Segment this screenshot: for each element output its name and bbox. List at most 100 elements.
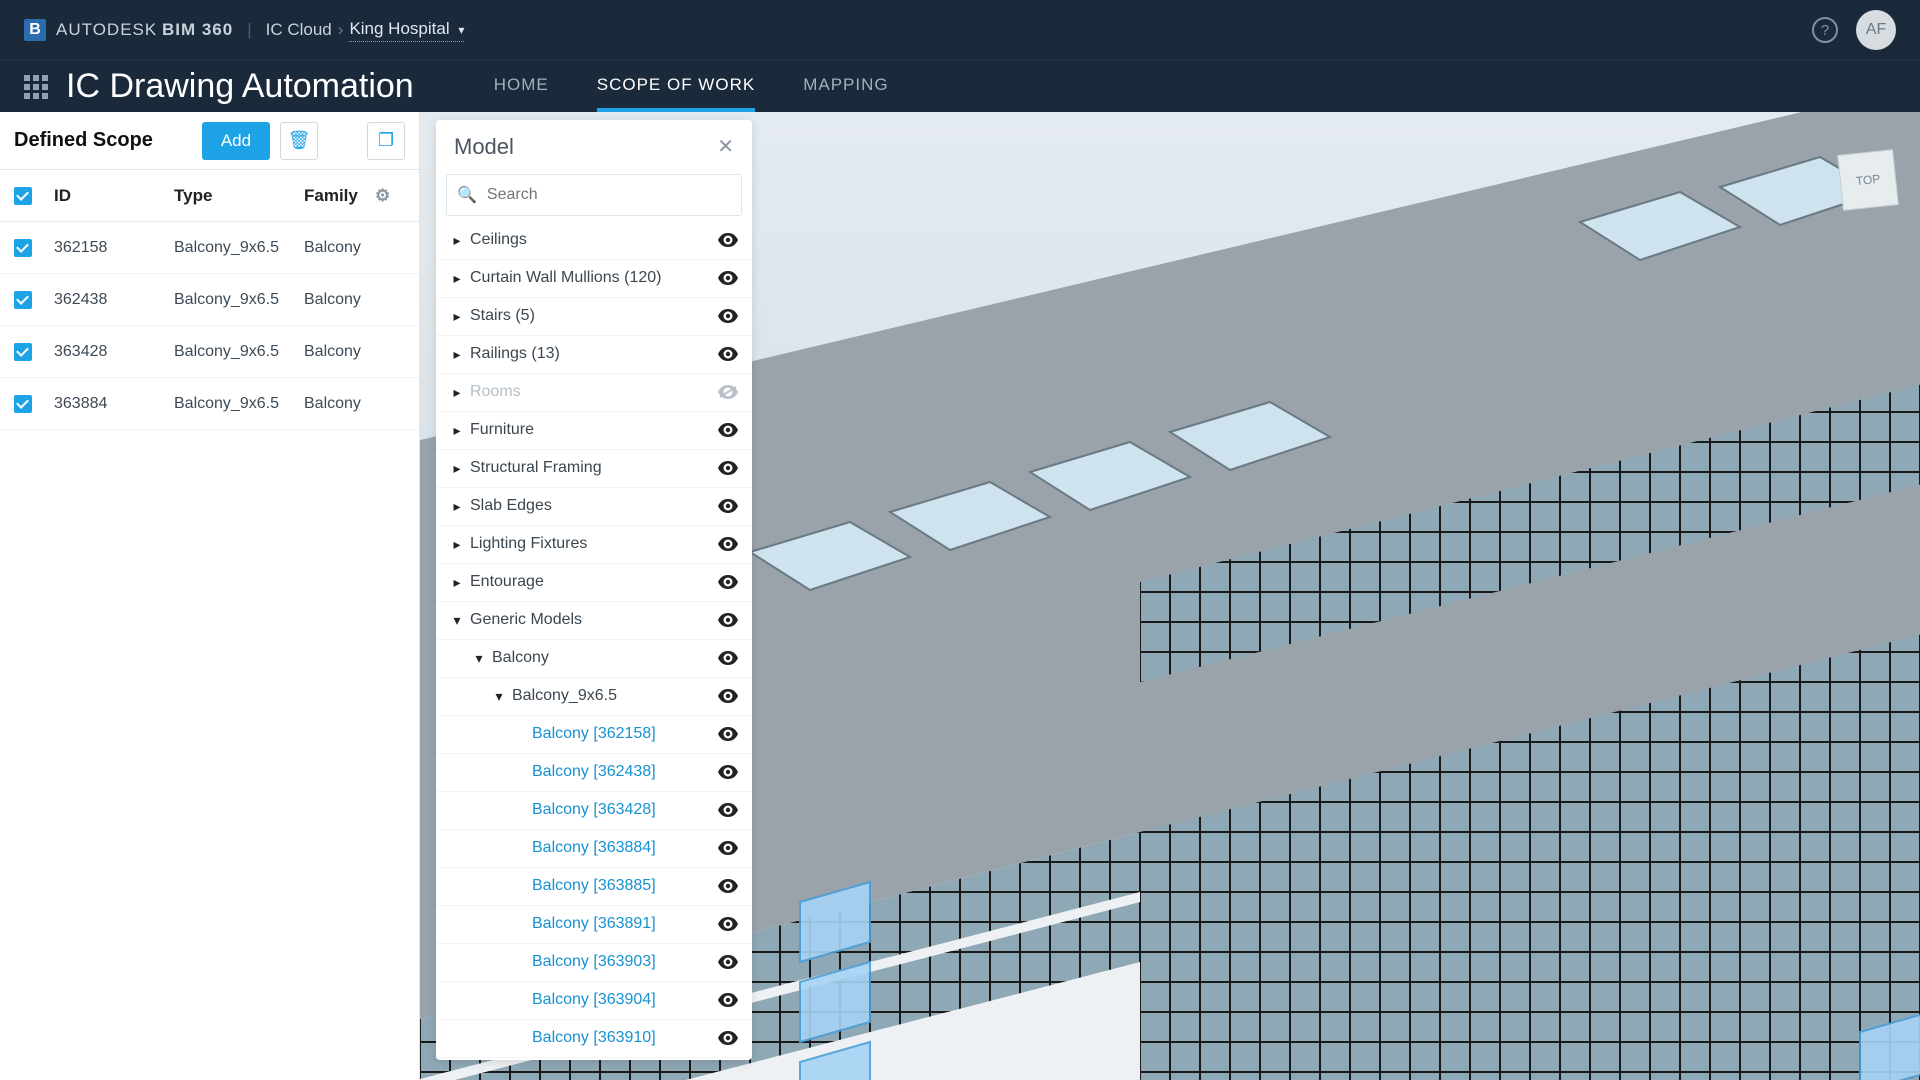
expand-toggle-icon[interactable]: ▸ [450,498,464,515]
visibility-toggle[interactable] [716,307,738,325]
search-input[interactable] [487,186,731,204]
visibility-toggle[interactable] [716,991,738,1009]
tree-label: Balcony [363903] [532,953,716,971]
expand-toggle-icon[interactable]: ▸ [450,346,464,363]
visibility-toggle[interactable] [716,1029,738,1047]
gear-icon[interactable]: ⚙ [375,186,405,206]
tree-label: Balcony [363910] [532,1029,716,1047]
visibility-toggle[interactable] [716,725,738,743]
nav-tab-scope-of-work[interactable]: SCOPE OF WORK [597,61,755,112]
expand-toggle-icon[interactable]: ▾ [492,688,506,705]
tree-label: Balcony [363891] [532,915,716,933]
apps-grid-icon[interactable] [24,75,48,99]
add-button[interactable]: Add [202,122,270,160]
tree-node[interactable]: ▸Curtain Wall Mullions (120) [436,260,752,298]
tree-node[interactable]: Balcony [363428] [436,792,752,830]
tree-node[interactable]: ▸ Lighting Fixtures [436,526,752,564]
tree-label: Entourage [470,573,716,591]
tree-label: Lighting Fixtures [470,535,716,553]
tree-node[interactable]: ▸Furniture [436,412,752,450]
visibility-toggle[interactable] [716,687,738,705]
tree-node[interactable]: ▸Slab Edges [436,488,752,526]
view-cube[interactable]: TOP [1837,149,1899,211]
cell-family: Balcony [304,395,405,413]
row-checkbox[interactable] [14,343,32,361]
help-icon[interactable]: ? [1812,17,1838,43]
user-avatar[interactable]: AF [1856,10,1896,50]
table-row[interactable]: 363884Balcony_9x6.5Balcony [0,378,419,430]
tree-node[interactable]: Balcony [363891] [436,906,752,944]
row-checkbox[interactable] [14,239,32,257]
select-all-checkbox[interactable] [14,187,32,205]
tree-node[interactable]: ▸ Entourage [436,564,752,602]
tree-node[interactable]: Balcony [363884] [436,830,752,868]
tree-node[interactable]: Balcony [363910] [436,1020,752,1058]
expand-toggle-icon[interactable]: ▸ [450,460,464,477]
tree-node[interactable]: ▸Balcony_4x4 [436,1058,752,1060]
expand-toggle-icon[interactable]: ▸ [450,422,464,439]
nav-tab-home[interactable]: HOME [494,61,549,112]
expand-toggle-icon[interactable]: ▸ [450,232,464,249]
tree-node[interactable]: Balcony [362158] [436,716,752,754]
visibility-toggle[interactable] [716,421,738,439]
tree-label: Rooms [470,383,716,401]
visibility-toggle[interactable] [716,345,738,363]
breadcrumb-current[interactable]: King Hospital ▾ [349,19,464,42]
visibility-toggle[interactable] [716,611,738,629]
home-icon[interactable]: ⌂ [1814,126,1829,154]
brand-prefix: AUTODESK [56,20,157,40]
tree-node[interactable]: Balcony [363903] [436,944,752,982]
window-button[interactable]: ❐ [367,122,405,160]
visibility-toggle[interactable] [716,649,738,667]
tree-node[interactable]: ▸Railings (13) [436,336,752,374]
row-checkbox[interactable] [14,395,32,413]
visibility-toggle[interactable] [716,915,738,933]
visibility-toggle[interactable] [716,459,738,477]
table-row[interactable]: 362438Balcony_9x6.5Balcony [0,274,419,326]
expand-toggle-icon[interactable]: ▸ [450,308,464,325]
visibility-toggle[interactable] [716,953,738,971]
visibility-toggle[interactable] [716,535,738,553]
tree-node[interactable]: ▸ Rooms [436,374,752,412]
tree-node[interactable]: Balcony [362438] [436,754,752,792]
column-family[interactable]: Family [304,186,375,206]
chevron-down-icon: ▾ [458,23,464,37]
tree-node[interactable]: ▾ Balcony_9x6.5 [436,678,752,716]
model-panel-title: Model [454,134,514,160]
column-type[interactable]: Type [174,186,304,206]
tree-node[interactable]: ▸Stairs (5) [436,298,752,336]
nav-tab-mapping[interactable]: MAPPING [803,61,888,112]
close-icon[interactable]: ✕ [717,134,734,159]
delete-button[interactable]: 🗑 [280,122,318,160]
model-search[interactable]: 🔍 [446,174,742,216]
tree-label: Balcony_9x6.5 [512,687,716,705]
visibility-toggle[interactable] [716,839,738,857]
visibility-toggle[interactable] [716,383,738,401]
visibility-toggle[interactable] [716,801,738,819]
tree-node[interactable]: ▾Generic Models [436,602,752,640]
tree-node[interactable]: Balcony [363904] [436,982,752,1020]
table-row[interactable]: 363428Balcony_9x6.5Balcony [0,326,419,378]
expand-toggle-icon[interactable]: ▾ [450,612,464,629]
scope-panel: Defined Scope Add 🗑 ❐ ID Type Family ⚙ 3… [0,112,420,1080]
expand-toggle-icon[interactable]: ▸ [450,270,464,287]
visibility-toggle[interactable] [716,763,738,781]
tree-node[interactable]: Balcony [363885] [436,868,752,906]
expand-toggle-icon[interactable]: ▾ [472,650,486,667]
visibility-toggle[interactable] [716,231,738,249]
expand-toggle-icon[interactable]: ▸ [450,536,464,553]
expand-toggle-icon[interactable]: ▸ [450,574,464,591]
tree-node[interactable]: ▸Ceilings [436,222,752,260]
row-checkbox[interactable] [14,291,32,309]
visibility-toggle[interactable] [716,877,738,895]
expand-toggle-icon[interactable]: ▸ [450,384,464,401]
visibility-toggle[interactable] [716,497,738,515]
tree-node[interactable]: ▾Balcony [436,640,752,678]
column-id[interactable]: ID [54,186,174,206]
table-row[interactable]: 362158Balcony_9x6.5Balcony [0,222,419,274]
visibility-toggle[interactable] [716,269,738,287]
tree-node[interactable]: ▸Structural Framing [436,450,752,488]
visibility-toggle[interactable] [716,573,738,591]
tree-label: Balcony [363884] [532,839,716,857]
breadcrumb-root[interactable]: IC Cloud [266,20,332,40]
